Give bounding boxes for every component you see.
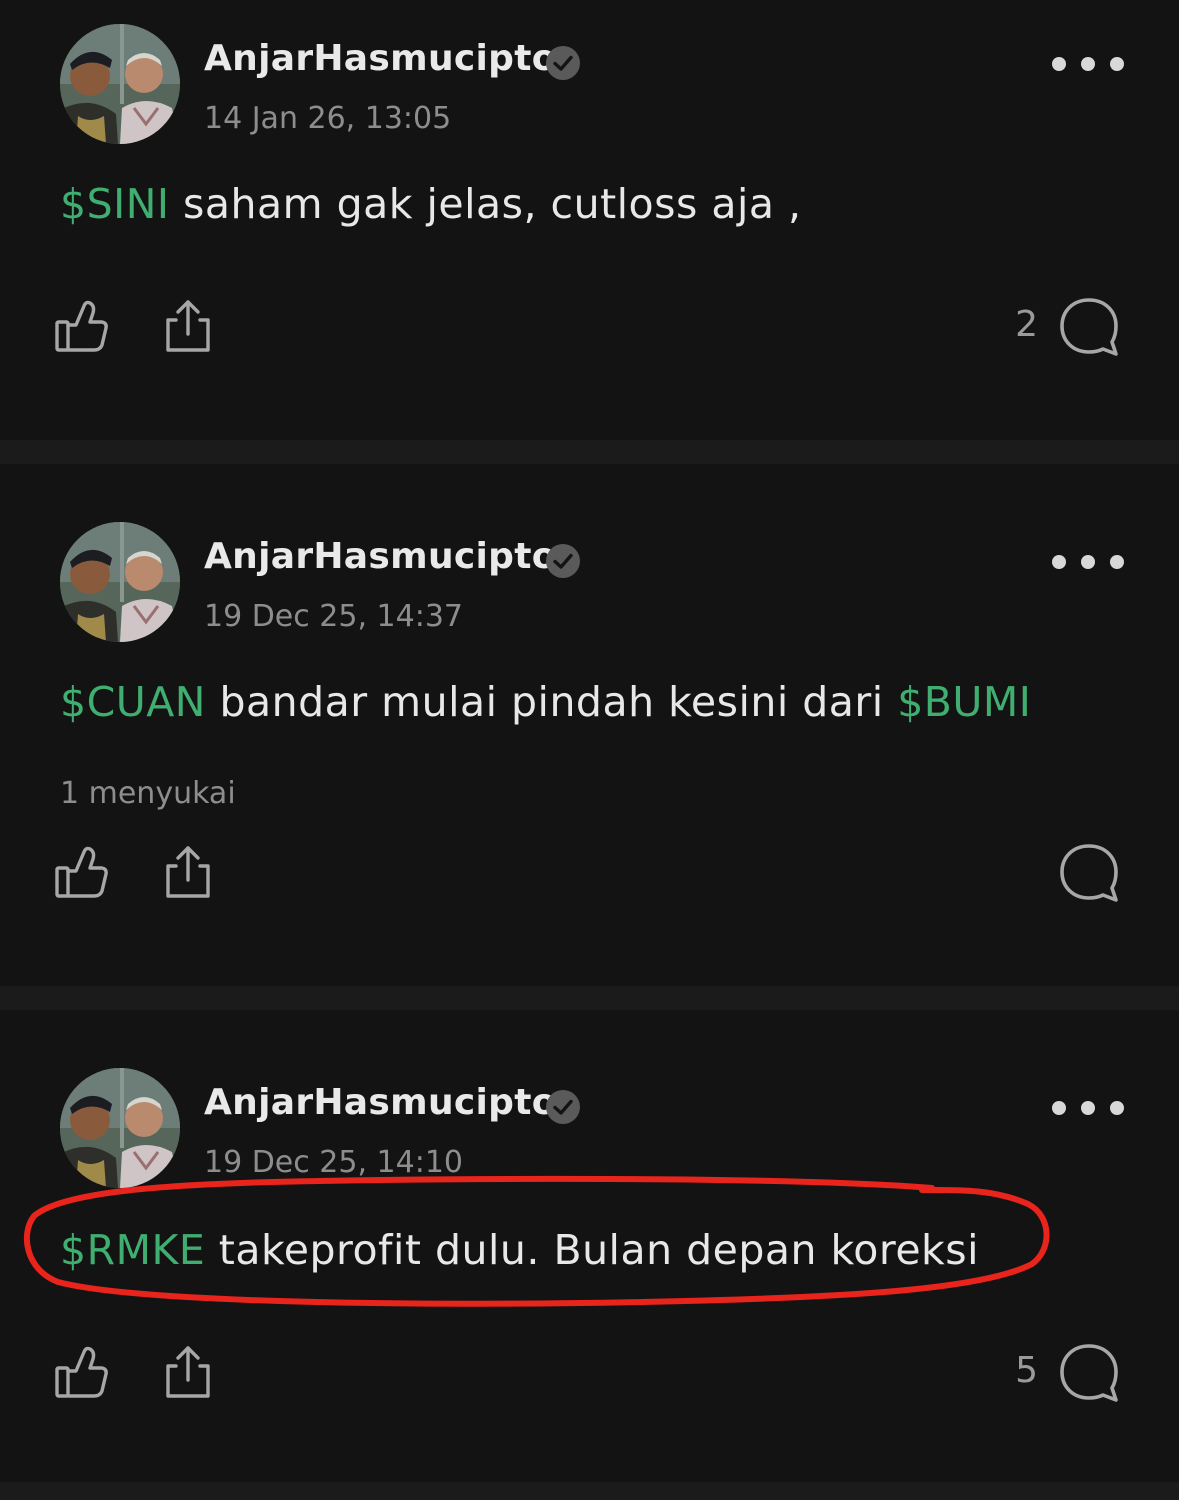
ticker-link[interactable]: $RMKE [60, 1226, 205, 1274]
comment-bubble-icon[interactable] [1058, 1342, 1120, 1404]
post-body: saham gak jelas, cutloss aja , [169, 180, 802, 228]
post-text: $RMKE takeprofit dulu. Bulan depan korek… [60, 1226, 979, 1274]
post-separator [0, 986, 1179, 1010]
ticker-link[interactable]: $BUMI [897, 678, 1031, 726]
share-icon[interactable] [162, 298, 214, 354]
username[interactable]: AnjarHasmucipto [204, 38, 557, 79]
likes-count[interactable]: 1 menyukai [60, 776, 236, 811]
post-card: AnjarHasmucipto 14 Jan 26, 13:05 $SINI s… [0, 0, 1179, 440]
ticker-link[interactable]: $CUAN [60, 678, 206, 726]
avatar[interactable] [60, 24, 180, 144]
thumbs-up-icon[interactable] [54, 298, 110, 354]
post-card: AnjarHasmucipto 19 Dec 25, 14:10 $RMKE t… [0, 1010, 1179, 1482]
share-icon[interactable] [162, 1344, 214, 1400]
username[interactable]: AnjarHasmucipto [204, 1082, 557, 1123]
post-card: AnjarHasmucipto 19 Dec 25, 14:37 $CUAN b… [0, 464, 1179, 986]
post-separator [0, 1482, 1179, 1500]
comment-count: 2 [1015, 304, 1038, 345]
avatar[interactable] [60, 1068, 180, 1188]
post-text: $CUAN bandar mulai pindah kesini dari $B… [60, 678, 1031, 726]
feed: AnjarHasmucipto 14 Jan 26, 13:05 $SINI s… [0, 0, 1179, 1500]
thumbs-up-icon[interactable] [54, 844, 110, 900]
more-dots-icon[interactable] [1052, 52, 1124, 76]
comment-count: 5 [1015, 1350, 1038, 1391]
comment-bubble-icon[interactable] [1058, 296, 1120, 358]
post-body: bandar mulai pindah kesini dari [205, 678, 898, 726]
comment-bubble-icon[interactable] [1058, 842, 1120, 904]
more-dots-icon[interactable] [1052, 550, 1124, 574]
verified-check-icon [545, 45, 581, 81]
timestamp: 14 Jan 26, 13:05 [204, 101, 452, 136]
post-body: takeprofit dulu. Bulan depan koreksi [205, 1226, 980, 1274]
share-icon[interactable] [162, 844, 214, 900]
post-text: $SINI saham gak jelas, cutloss aja , [60, 180, 802, 228]
verified-check-icon [545, 1089, 581, 1125]
timestamp: 19 Dec 25, 14:10 [204, 1145, 463, 1180]
verified-check-icon [545, 543, 581, 579]
ticker-link[interactable]: $SINI [60, 180, 169, 228]
post-separator [0, 440, 1179, 464]
more-dots-icon[interactable] [1052, 1096, 1124, 1120]
avatar[interactable] [60, 522, 180, 642]
timestamp: 19 Dec 25, 14:37 [204, 599, 463, 634]
thumbs-up-icon[interactable] [54, 1344, 110, 1400]
username[interactable]: AnjarHasmucipto [204, 536, 557, 577]
